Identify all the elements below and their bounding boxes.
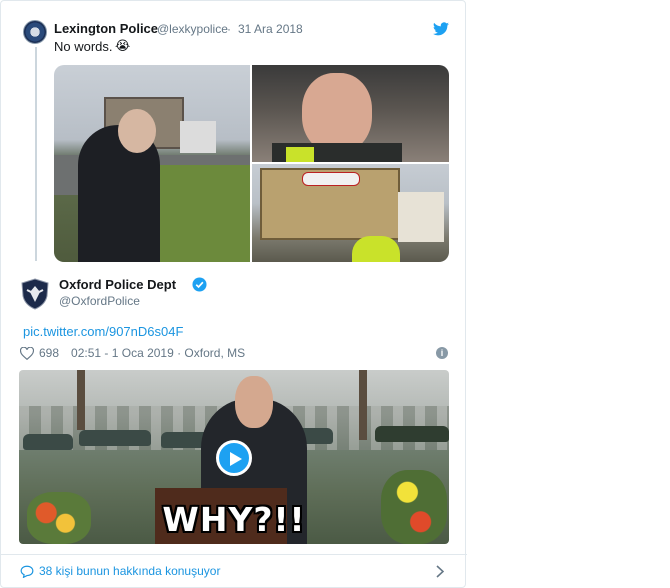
author-name[interactable]: Oxford Police Dept xyxy=(59,277,176,292)
crying-emoji: 😭 xyxy=(115,38,131,53)
conversation-count[interactable]: 38 kişi bunun hakkında konuşuyor xyxy=(39,564,220,578)
quoted-tweet-text: No words. xyxy=(54,39,113,54)
play-button[interactable] xyxy=(216,440,252,476)
tweet-card: Lexington Police @lexkypolice · 31 Ara 2… xyxy=(0,0,467,588)
quoted-separator: · xyxy=(227,22,231,36)
thread-line xyxy=(35,47,37,261)
quoted-photo-grid xyxy=(54,65,449,262)
info-icon[interactable]: i xyxy=(436,347,448,359)
verified-badge-icon xyxy=(192,277,207,292)
video-caption: WHY?!! xyxy=(162,500,306,539)
photo-burnt-truck[interactable] xyxy=(252,164,449,262)
twitter-bird-icon[interactable] xyxy=(433,22,449,36)
quoted-tweet[interactable]: Lexington Police @lexkypolice · 31 Ara 2… xyxy=(1,1,467,269)
author-handle[interactable]: @OxfordPolice xyxy=(59,294,140,308)
lexington-avatar[interactable] xyxy=(23,20,47,44)
photo-officer-sad-face[interactable] xyxy=(252,65,449,162)
quoted-author-handle[interactable]: @lexkypolice xyxy=(157,22,228,36)
comment-icon xyxy=(20,565,34,578)
tweet-timestamp[interactable]: 02:51 - 1 Oca 2019 · Oxford, MS xyxy=(71,346,245,360)
play-icon xyxy=(230,452,242,466)
chevron-right-icon[interactable] xyxy=(436,565,444,578)
conversation-footer[interactable]: 38 kişi bunun hakkında konuşuyor xyxy=(1,554,467,588)
like-count[interactable]: 698 xyxy=(39,346,59,360)
video-player[interactable]: WHY?!! xyxy=(19,370,449,544)
tweet-meta: 698 02:51 - 1 Oca 2019 · Oxford, MS xyxy=(20,345,245,361)
quoted-date[interactable]: 31 Ara 2018 xyxy=(238,22,303,36)
tweet-media-link[interactable]: pic.twitter.com/907nD6s04F xyxy=(23,324,183,339)
heart-icon[interactable] xyxy=(20,346,34,360)
oxford-police-avatar[interactable] xyxy=(21,278,49,310)
photo-officer-facepalm[interactable] xyxy=(54,65,250,262)
quoted-author-name[interactable]: Lexington Police xyxy=(54,21,158,36)
